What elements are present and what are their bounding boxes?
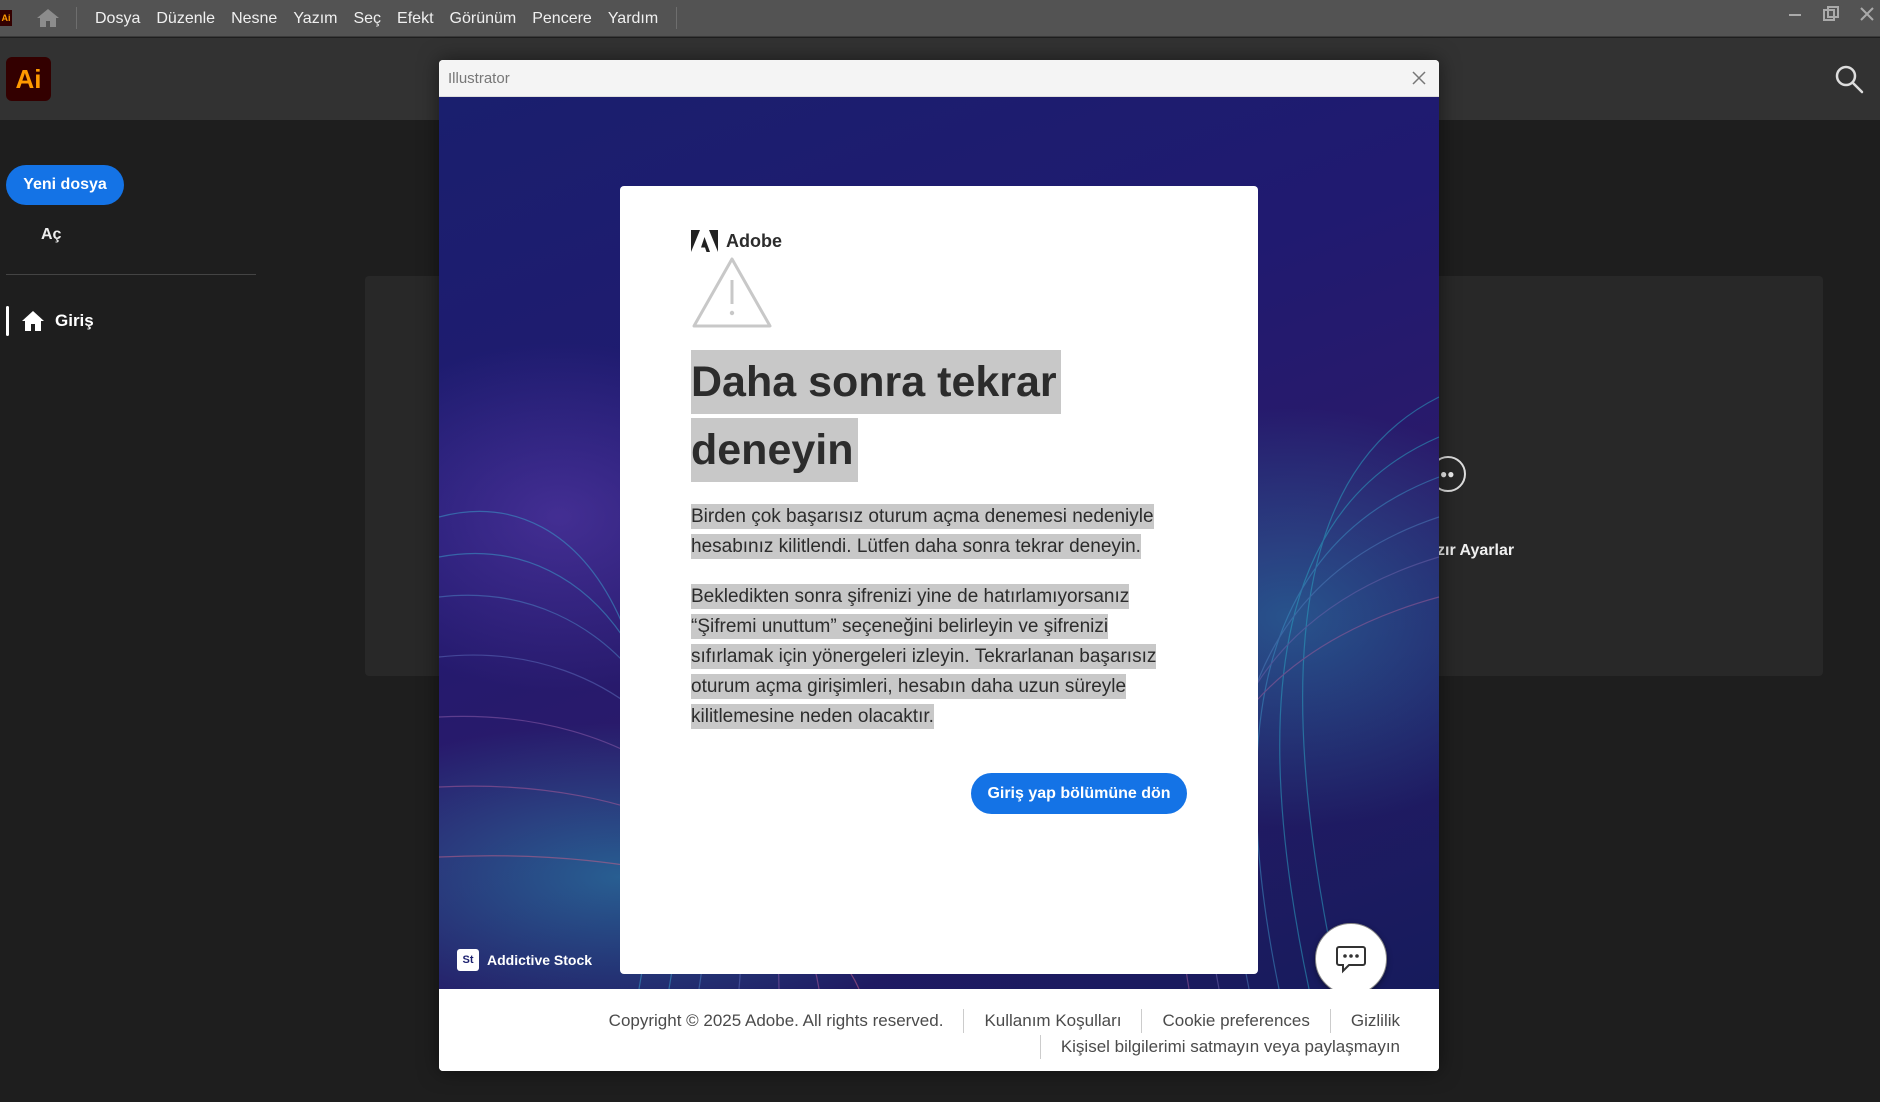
footer-links-row: Copyright © 2025 Adobe. All rights reser… <box>609 1009 1400 1033</box>
close-icon[interactable] <box>1409 68 1429 88</box>
more-icon: ●● <box>1440 467 1455 481</box>
back-to-signin-button[interactable]: Giriş yap bölümüne dön <box>971 773 1187 814</box>
menu-divider <box>676 7 678 29</box>
dialog-titlebar: Illustrator <box>439 60 1439 97</box>
presets-label[interactable]: zır Ayarlar <box>1437 542 1514 560</box>
home-icon[interactable] <box>30 0 66 37</box>
menu-efekt[interactable]: Efekt <box>389 0 441 37</box>
stock-credit: St Addictive Stock <box>457 949 592 971</box>
background-artwork: Adobe Daha sonra tekrar deneyin Birden ç… <box>439 97 1439 989</box>
footer-divider <box>963 1009 965 1033</box>
error-instructions: Bekledikten sonra şifrenizi yine de hatı… <box>691 584 1157 729</box>
cookie-preferences-link[interactable]: Cookie preferences <box>1162 1011 1309 1031</box>
warning-icon <box>691 256 773 330</box>
signin-dialog: Illustrator Adobe Daha sonra tekrar dene… <box>439 60 1439 1071</box>
close-window-icon[interactable] <box>1858 5 1876 23</box>
footer-divider <box>1039 1035 1041 1059</box>
open-link[interactable]: Aç <box>41 226 61 244</box>
sidebar-item-home[interactable]: Giriş <box>6 306 94 336</box>
app-mini-icon: Ai <box>0 10 12 26</box>
copyright-text: Copyright © 2025 Adobe. All rights reser… <box>608 1011 944 1030</box>
sidebar-divider <box>6 274 256 275</box>
menu-yardim[interactable]: Yardım <box>600 0 666 37</box>
error-message: Birden çok başarısız oturum açma denemes… <box>691 504 1154 559</box>
menu-pencere[interactable]: Pencere <box>524 0 600 37</box>
error-headline: Daha sonra tekrar deneyin <box>691 348 1091 484</box>
restore-icon[interactable] <box>1822 5 1840 23</box>
adobe-wordmark: Adobe <box>726 230 782 251</box>
adobe-logo: Adobe <box>691 230 782 252</box>
menu-nesne[interactable]: Nesne <box>223 0 285 37</box>
menu-gorunum[interactable]: Görünüm <box>442 0 525 37</box>
sidebar: Yeni dosya Aç Giriş <box>0 120 260 1102</box>
stock-credit-label: Addictive Stock <box>487 952 593 968</box>
adobe-logo-icon <box>691 230 718 252</box>
footer-divider <box>1329 1009 1331 1033</box>
menu-dosya[interactable]: Dosya <box>87 0 148 37</box>
adobe-stock-icon: St <box>457 949 479 971</box>
privacy-link[interactable]: Gizlilik <box>1351 1011 1400 1031</box>
menu-divider <box>76 7 77 29</box>
error-card: Adobe Daha sonra tekrar deneyin Birden ç… <box>620 186 1258 974</box>
menu-sec[interactable]: Seç <box>345 0 389 37</box>
terms-link[interactable]: Kullanım Koşulları <box>984 1011 1121 1031</box>
minimize-icon[interactable] <box>1786 5 1804 23</box>
menu-bar: Ai Dosya Düzenle Nesne Yazım Seç Efekt G… <box>0 0 1880 37</box>
chat-support-button[interactable] <box>1315 923 1387 995</box>
new-file-button[interactable]: Yeni dosya <box>6 165 124 205</box>
menu-yazim[interactable]: Yazım <box>285 0 345 37</box>
footer-divider <box>1141 1009 1143 1033</box>
search-icon[interactable] <box>1832 62 1866 96</box>
sidebar-item-label: Giriş <box>55 311 94 330</box>
home-icon <box>22 311 44 331</box>
window-controls <box>1786 0 1880 28</box>
menu-duzenle[interactable]: Düzenle <box>148 0 223 37</box>
dialog-footer: Copyright © 2025 Adobe. All rights reser… <box>439 989 1439 1071</box>
chat-icon <box>1336 946 1366 974</box>
do-not-sell-link[interactable]: Kişisel bilgilerimi satmayın veya paylaş… <box>1061 1037 1400 1057</box>
illustrator-logo: Ai <box>6 57 51 101</box>
active-indicator <box>6 306 9 336</box>
footer-links-row-2: Kişisel bilgilerimi satmayın veya paylaş… <box>1020 1035 1400 1059</box>
dialog-title: Illustrator <box>448 70 510 87</box>
